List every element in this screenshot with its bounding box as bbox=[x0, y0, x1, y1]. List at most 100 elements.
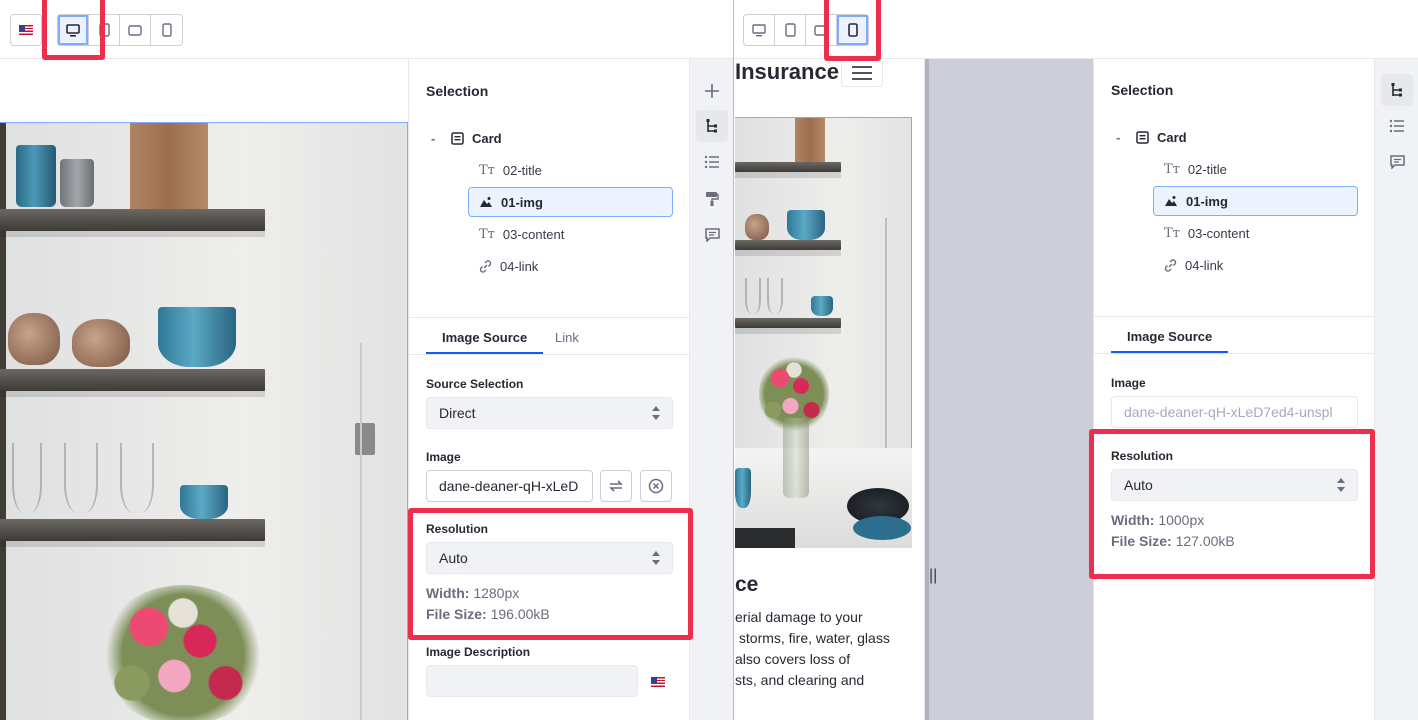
glass-2 bbox=[767, 278, 783, 314]
wooden-board bbox=[795, 118, 825, 162]
tablet-view-button[interactable] bbox=[89, 15, 120, 45]
landscape-phone-view-button[interactable] bbox=[120, 15, 151, 45]
image-input[interactable]: dane-deaner-qH-xLeD bbox=[426, 470, 593, 502]
clear-image-button[interactable] bbox=[640, 470, 672, 502]
page-heading: Insurance bbox=[735, 59, 839, 84]
toolbar bbox=[0, 0, 733, 59]
portrait-phone-icon bbox=[161, 23, 172, 37]
config-tabs: Image Source Link bbox=[409, 317, 690, 355]
tree-item-03-content[interactable]: Tт 03-content bbox=[479, 219, 564, 249]
page-canvas bbox=[0, 59, 408, 720]
image-input[interactable]: dane-deaner-qH-xLeD7ed4-unspl bbox=[1111, 396, 1358, 428]
tree-item-label: 03-content bbox=[1187, 225, 1250, 241]
collapse-toggle[interactable]: - bbox=[431, 131, 443, 146]
tree-item-label: 02-title bbox=[502, 162, 542, 178]
pitcher-left bbox=[8, 313, 60, 365]
viewport-gutter: || bbox=[925, 59, 1093, 720]
card-content: erial damage to your storms, fire, water… bbox=[735, 609, 890, 688]
resolution-select[interactable]: Auto bbox=[1111, 469, 1358, 501]
tablet-icon bbox=[784, 23, 796, 37]
comments-panel-button[interactable] bbox=[1381, 146, 1413, 178]
resolution-info: Width: 1280px File Size: 196.00kB bbox=[426, 583, 550, 625]
tree-item-label: 04-link bbox=[500, 258, 539, 274]
image-input-value: dane-deaner-qH-xLeD bbox=[439, 478, 579, 494]
tree-item-04-link[interactable]: 04-link bbox=[1164, 250, 1223, 280]
source-selection-select[interactable]: Direct bbox=[426, 397, 673, 429]
selection-panel-button[interactable] bbox=[1381, 74, 1413, 106]
us-flag-icon[interactable] bbox=[651, 677, 665, 687]
tab-image-source[interactable]: Image Source bbox=[1110, 329, 1229, 353]
glass-2 bbox=[64, 443, 98, 513]
image-label: Image bbox=[1111, 376, 1146, 390]
tree-item-card[interactable]: - Card bbox=[1116, 122, 1187, 152]
tree-item-02-title[interactable]: Tт 02-title bbox=[479, 155, 542, 185]
file-size-label: File Size: bbox=[1111, 533, 1172, 549]
image-icon bbox=[480, 197, 492, 207]
image-icon bbox=[1165, 196, 1177, 206]
tree-item-01-img[interactable]: 01-img bbox=[1153, 186, 1358, 216]
portrait-phone-view-button[interactable] bbox=[151, 15, 182, 45]
text-icon: Tт bbox=[479, 162, 495, 178]
tree-item-03-content[interactable]: Tт 03-content bbox=[1164, 218, 1249, 248]
link-icon bbox=[479, 259, 492, 273]
tree-item-02-title[interactable]: Tт 02-title bbox=[1164, 154, 1227, 184]
comments-panel-button[interactable] bbox=[696, 219, 728, 251]
comment-icon bbox=[704, 228, 720, 242]
card-image[interactable] bbox=[735, 117, 912, 548]
blue-cup bbox=[811, 296, 833, 316]
selection-tree: - Card Tт 02-title 01-img Tт 03-content … bbox=[409, 123, 690, 283]
plus-icon bbox=[705, 84, 719, 98]
portrait-phone-view-button[interactable] bbox=[837, 15, 868, 45]
change-image-button[interactable] bbox=[600, 470, 632, 502]
menu-button[interactable] bbox=[841, 59, 883, 87]
structure-panel-button[interactable] bbox=[696, 146, 728, 178]
tab-link[interactable]: Link bbox=[555, 330, 579, 345]
shelf-bottom bbox=[0, 519, 265, 547]
resize-handle[interactable]: || bbox=[929, 567, 937, 585]
card-image[interactable] bbox=[0, 122, 408, 720]
select-caret-icon bbox=[1337, 478, 1345, 492]
add-fragment-button[interactable] bbox=[696, 75, 728, 107]
text-icon: Tт bbox=[1164, 225, 1180, 241]
tablet-view-button[interactable] bbox=[775, 15, 806, 45]
resolution-info: Width: 1000px File Size: 127.00kB bbox=[1111, 510, 1235, 552]
image-description-input[interactable] bbox=[426, 665, 638, 697]
resolution-select[interactable]: Auto bbox=[426, 542, 673, 574]
sidebar: Selection - Card Tт 02-title 01-img Tт 0… bbox=[1093, 59, 1375, 720]
text-icon: Tт bbox=[479, 226, 495, 242]
landscape-phone-view-button[interactable] bbox=[806, 15, 837, 45]
tree-item-label: 01-img bbox=[1186, 193, 1228, 209]
shelf-bottom bbox=[735, 318, 841, 334]
selection-panel-button[interactable] bbox=[696, 110, 728, 142]
desktop-icon bbox=[66, 23, 80, 37]
tree-icon bbox=[706, 119, 717, 133]
width-value: 1000px bbox=[1158, 512, 1205, 528]
selection-title: Selection bbox=[1111, 82, 1174, 98]
structure-panel-button[interactable] bbox=[1381, 110, 1413, 142]
width-value: 1280px bbox=[473, 585, 520, 601]
tree-item-01-img[interactable]: 01-img bbox=[468, 187, 673, 217]
tree-item-label: Card bbox=[472, 130, 502, 146]
language-selector[interactable] bbox=[10, 14, 42, 46]
resolution-label: Resolution bbox=[1111, 449, 1173, 463]
tablet-icon bbox=[98, 23, 110, 37]
sidebar-strip bbox=[1374, 59, 1418, 720]
desktop-view-button[interactable] bbox=[58, 15, 89, 45]
card-icon bbox=[451, 131, 464, 145]
desktop-icon bbox=[752, 23, 766, 36]
sidebar: Selection - Card Tт 02-title 01-img Tт 0… bbox=[408, 59, 690, 720]
tree-item-card[interactable]: - Card bbox=[431, 123, 502, 153]
source-selection-value: Direct bbox=[439, 405, 476, 421]
list-icon bbox=[704, 155, 719, 169]
tab-image-source[interactable]: Image Source bbox=[425, 330, 544, 354]
hamburger-icon bbox=[852, 66, 872, 80]
desktop-view-button[interactable] bbox=[744, 15, 775, 45]
tree-item-04-link[interactable]: 04-link bbox=[479, 251, 538, 281]
selection-tree: - Card Tт 02-title 01-img Tт 03-content … bbox=[1094, 122, 1375, 282]
list-icon bbox=[1389, 119, 1404, 133]
image-label: Image bbox=[426, 450, 461, 464]
us-flag-icon bbox=[19, 25, 33, 35]
collapse-toggle[interactable]: - bbox=[1116, 130, 1128, 145]
style-panel-button[interactable] bbox=[696, 183, 728, 215]
blue-plate bbox=[853, 516, 911, 540]
